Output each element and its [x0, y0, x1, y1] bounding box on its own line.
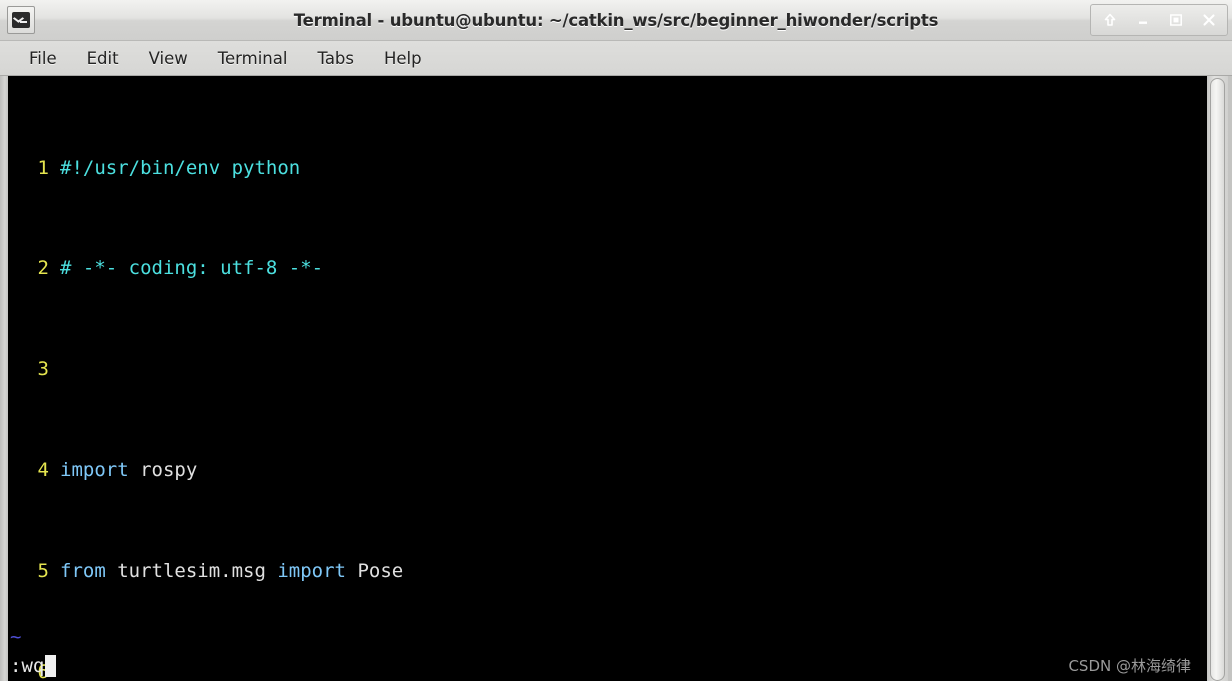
vim-editor-buffer[interactable]: 1 #!/usr/bin/env python 2 # -*- coding: …	[8, 76, 1201, 681]
line-number: 4	[37, 459, 49, 481]
watermark: CSDN @林海绮律	[1068, 657, 1191, 675]
code-line: 3	[8, 357, 1201, 382]
code-line: 4 import rospy	[8, 458, 1201, 483]
line-number: 5	[37, 559, 49, 582]
menu-item-view[interactable]: View	[134, 47, 203, 70]
window-title: Terminal - ubuntu@ubuntu: ~/catkin_ws/sr…	[293, 10, 939, 30]
maximize-button[interactable]	[1159, 7, 1192, 33]
menu-bar: File Edit View Terminal Tabs Help	[0, 41, 1232, 76]
menu-item-file[interactable]: File	[14, 47, 72, 70]
window-right-border	[1228, 76, 1232, 681]
menu-item-help[interactable]: Help	[369, 47, 437, 70]
menu-item-tabs[interactable]: Tabs	[302, 47, 369, 70]
vim-command-text: :wq	[10, 655, 45, 677]
vim-status-line: :wq	[8, 653, 57, 679]
minimize-button[interactable]	[1126, 7, 1159, 33]
line-content: import rospy	[60, 459, 198, 481]
line-number: 2	[37, 257, 49, 280]
line-number: 1	[37, 156, 49, 179]
empty-line-marker: ~	[8, 626, 21, 651]
shade-button[interactable]	[1093, 7, 1126, 33]
line-content: # -*- coding: utf-8 -*-	[60, 257, 324, 280]
title-bar: Terminal - ubuntu@ubuntu: ~/catkin_ws/sr…	[0, 0, 1232, 41]
menu-item-edit[interactable]: Edit	[72, 47, 134, 70]
terminal-window: Terminal - ubuntu@ubuntu: ~/catkin_ws/sr…	[0, 0, 1232, 681]
code-line: 1 #!/usr/bin/env python	[8, 156, 1201, 181]
line-number: 3	[37, 358, 49, 381]
code-line: 6	[8, 660, 1201, 681]
menu-item-terminal[interactable]: Terminal	[203, 47, 303, 70]
terminal-icon	[7, 6, 35, 34]
window-left-border	[0, 76, 8, 681]
tilde-glyph: ~	[10, 626, 22, 648]
line-content: #!/usr/bin/env python	[60, 156, 301, 179]
scrollbar-thumb[interactable]	[1210, 78, 1225, 681]
terminal-area: 1 #!/usr/bin/env python 2 # -*- coding: …	[0, 76, 1232, 681]
close-button[interactable]	[1192, 7, 1225, 33]
text-cursor	[45, 655, 57, 677]
vertical-scrollbar[interactable]	[1207, 76, 1228, 681]
line-content: from turtlesim.msg import Pose	[60, 559, 404, 582]
terminal-screen[interactable]: 1 #!/usr/bin/env python 2 # -*- coding: …	[8, 76, 1201, 681]
window-controls	[1090, 4, 1228, 36]
code-line: 5 from turtlesim.msg import Pose	[8, 559, 1201, 584]
code-line: 2 # -*- coding: utf-8 -*-	[8, 256, 1201, 281]
